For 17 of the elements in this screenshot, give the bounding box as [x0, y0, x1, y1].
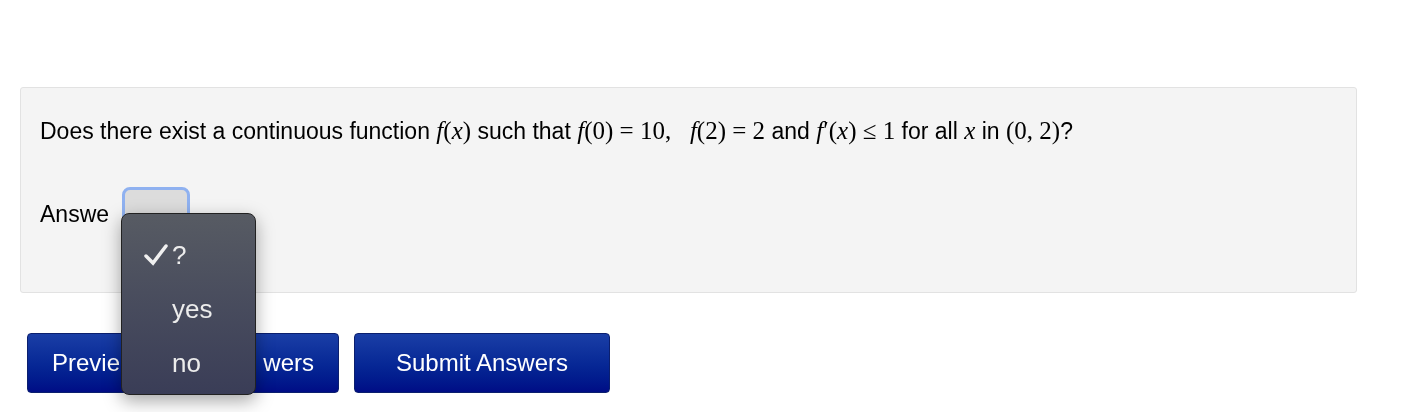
question-text: Does there exist a continuous function [40, 118, 431, 144]
answer-label: Answe [40, 199, 111, 229]
question-text: ? [1060, 118, 1073, 144]
menu-option[interactable]: no [122, 336, 255, 390]
question-text: and [770, 118, 811, 144]
math-expression: f(x) [436, 117, 472, 144]
checkmark-icon [144, 244, 168, 266]
submit-button[interactable]: Submit Answers [354, 333, 610, 393]
math-expression: f(0) = 10, f(2) = 2 [577, 117, 766, 144]
question-text: such that [476, 118, 572, 144]
math-expression: f′(x) ≤ 1 [816, 117, 896, 144]
question-text: in [980, 118, 1001, 144]
math-expression: (0, 2) [1006, 117, 1061, 144]
math-expression: x [964, 117, 976, 144]
menu-option[interactable]: yes [122, 282, 255, 336]
menu-option[interactable]: ? [122, 228, 255, 282]
question-text: for all [900, 118, 959, 144]
